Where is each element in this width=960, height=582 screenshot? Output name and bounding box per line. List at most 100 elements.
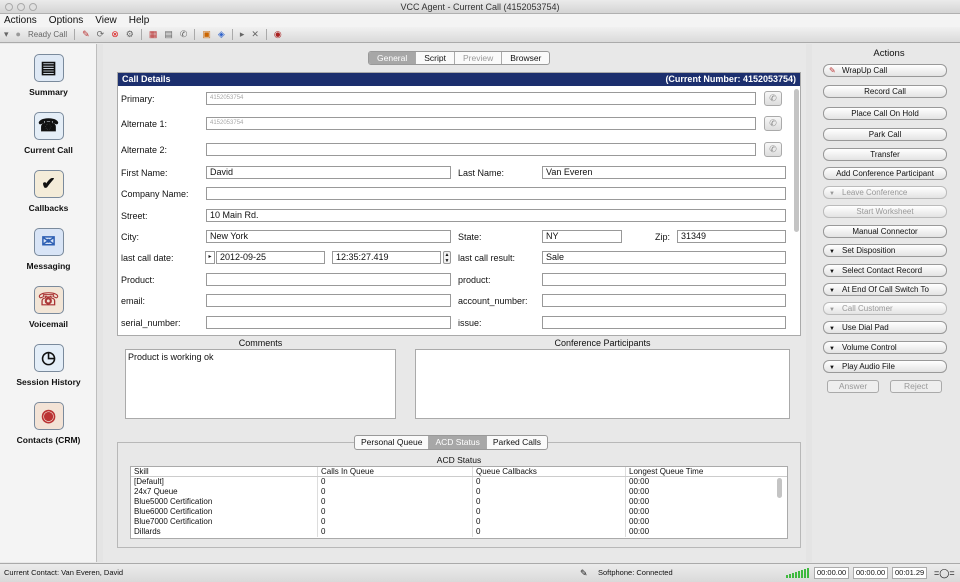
close-window-icon[interactable] [5,3,13,11]
minimize-window-icon[interactable] [17,3,25,11]
nav-summary[interactable]: ▤ Summary [0,54,97,97]
end-of-call-switch-button[interactable]: ▼ At End Of Call Switch To [823,283,947,296]
phone-icon[interactable]: ✆ [180,30,188,39]
tab-general[interactable]: General [369,52,417,64]
volume-control-button[interactable]: ▼ Volume Control [823,341,947,354]
conference-participants-list[interactable] [415,349,790,419]
tab-script[interactable]: Script [416,52,455,64]
nav-voicemail[interactable]: ☏ Voicemail [0,286,97,329]
messaging-icon: ✉ [33,228,64,256]
play-audio-file-button[interactable]: ▼ Play Audio File [823,360,947,373]
time-stepper-icon[interactable]: ▲ ▼ [443,251,451,264]
product2-field[interactable] [542,273,786,286]
details-scrollbar[interactable] [794,89,799,232]
acd-status-table: Skill Calls In Queue Queue Callbacks Lon… [130,466,788,539]
company-field[interactable] [206,187,786,200]
email-label: email: [121,296,146,306]
product-label: Product: [121,275,155,285]
wrapup-icon: ✎ [829,66,836,75]
use-dial-pad-button[interactable]: ▼ Use Dial Pad [823,321,947,334]
nav-messaging[interactable]: ✉ Messaging [0,228,97,271]
nav-session-history[interactable]: ◷ Session History [0,344,97,387]
chevron-down-icon: ▼ [829,288,835,294]
select-contact-record-button[interactable]: ▼ Select Contact Record [823,264,947,277]
manual-connector-button[interactable]: Manual Connector [823,225,947,238]
menu-actions[interactable]: Actions [4,14,37,27]
tab-acd-status[interactable]: ACD Status [429,436,487,449]
callbacks-icon: ✔ [33,170,64,198]
comments-box[interactable]: Product is working ok [125,349,396,419]
record-call-button[interactable]: Record Call [823,85,947,98]
refresh-icon[interactable]: ⟳ [97,30,105,39]
nav-contacts[interactable]: ◉ Contacts (CRM) [0,402,97,445]
dial-primary-icon[interactable]: ✆ [764,91,782,106]
last-call-date-field[interactable]: 2012-09-25 [216,251,325,264]
agent-status[interactable]: Ready Call [28,30,67,39]
briefcase-icon[interactable]: ▣ [202,30,211,39]
nav-current-call[interactable]: ☎ Current Call [0,112,97,155]
wrapup-call-button[interactable]: ✎ WrapUp Call [823,64,947,77]
col-skill[interactable]: Skill [131,467,318,476]
left-splitter[interactable] [97,44,103,562]
stop-icon[interactable]: ⊗ [111,30,119,39]
account-number-field[interactable] [542,294,786,307]
alternate2-phone-field[interactable] [206,143,756,156]
last-name-field[interactable]: Van Everen [542,166,786,179]
tab-parked-calls[interactable]: Parked Calls [487,436,547,449]
table-row[interactable]: Blue7000 Certification 0 0 00:00 [131,517,787,527]
alternate1-phone-field[interactable]: 4152053754 [206,117,756,130]
tab-personal-queue[interactable]: Personal Queue [355,436,430,449]
table-row[interactable]: Blue6000 Certification 0 0 00:00 [131,507,787,517]
first-name-field[interactable]: David [206,166,451,179]
last-call-time-field[interactable]: 12:35:27.419 [332,251,441,264]
chat-icon[interactable]: ◈ [218,30,225,39]
serial-number-field[interactable] [206,316,451,329]
hold-call-button[interactable]: Place Call On Hold [823,107,947,120]
table-row[interactable]: Dillards 0 0 00:00 [131,527,787,537]
menu-help[interactable]: Help [129,14,150,27]
col-calls-in-queue[interactable]: Calls In Queue [318,467,473,476]
menu-view[interactable]: View [95,14,117,27]
tab-browser[interactable]: Browser [502,52,549,64]
transfer-button[interactable]: Transfer [823,148,947,161]
last-call-date-label: last call date: [121,253,174,263]
play-icon[interactable]: ▸ [240,30,245,39]
dial-alternate2-icon[interactable]: ✆ [764,142,782,157]
notes-icon[interactable]: ▤ [164,30,173,39]
dialpad-icon[interactable]: ▦ [149,30,158,39]
wrapup-icon[interactable]: ✎ [82,30,90,39]
state-field[interactable]: NY [542,230,622,243]
settings-icon[interactable]: ⚙ [126,30,134,39]
queue-tabs: Personal Queue ACD Status Parked Calls [354,435,549,450]
nav-callbacks[interactable]: ✔ Callbacks [0,170,97,213]
park-call-button[interactable]: Park Call [823,128,947,141]
call-timer: 00:00.00 [814,567,850,579]
table-row[interactable]: Blue5000 Certification 0 0 00:00 [131,497,787,507]
city-field[interactable]: New York [206,230,451,243]
dial-alternate1-icon[interactable]: ✆ [764,116,782,131]
acd-scrollbar[interactable] [777,478,782,498]
table-row[interactable]: 24x7 Queue 0 0 00:00 [131,487,787,497]
street-field[interactable]: 10 Main Rd. [206,209,786,222]
help-icon[interactable]: ◉ [274,30,282,39]
col-queue-callbacks[interactable]: Queue Callbacks [473,467,626,476]
col-longest-queue-time[interactable]: Longest Queue Time [626,467,786,476]
zip-field[interactable]: 31349 [677,230,786,243]
date-expand-icon[interactable]: ▸ [205,251,215,264]
issue-field[interactable] [542,316,786,329]
product-field[interactable] [206,273,451,286]
last-call-result-field[interactable]: Sale [542,251,786,264]
add-conference-participant-button[interactable]: Add Conference Participant [823,167,947,180]
cancel-icon[interactable]: ✕ [251,30,259,39]
status-dropdown-icon[interactable]: ▾ [4,30,9,39]
zoom-window-icon[interactable] [29,3,37,11]
window-titlebar: VCC Agent - Current Call (4152053754) [0,0,960,14]
right-splitter[interactable] [806,44,812,562]
table-row[interactable]: [Default] 0 0 00:00 [131,477,787,487]
call-customer-button: ▼ Call Customer [823,302,947,315]
menu-options[interactable]: Options [49,14,83,27]
primary-label: Primary: [121,94,155,104]
set-disposition-button[interactable]: ▼ Set Disposition [823,244,947,257]
primary-phone-field[interactable]: 4152053754 [206,92,756,105]
email-field[interactable] [206,294,451,307]
